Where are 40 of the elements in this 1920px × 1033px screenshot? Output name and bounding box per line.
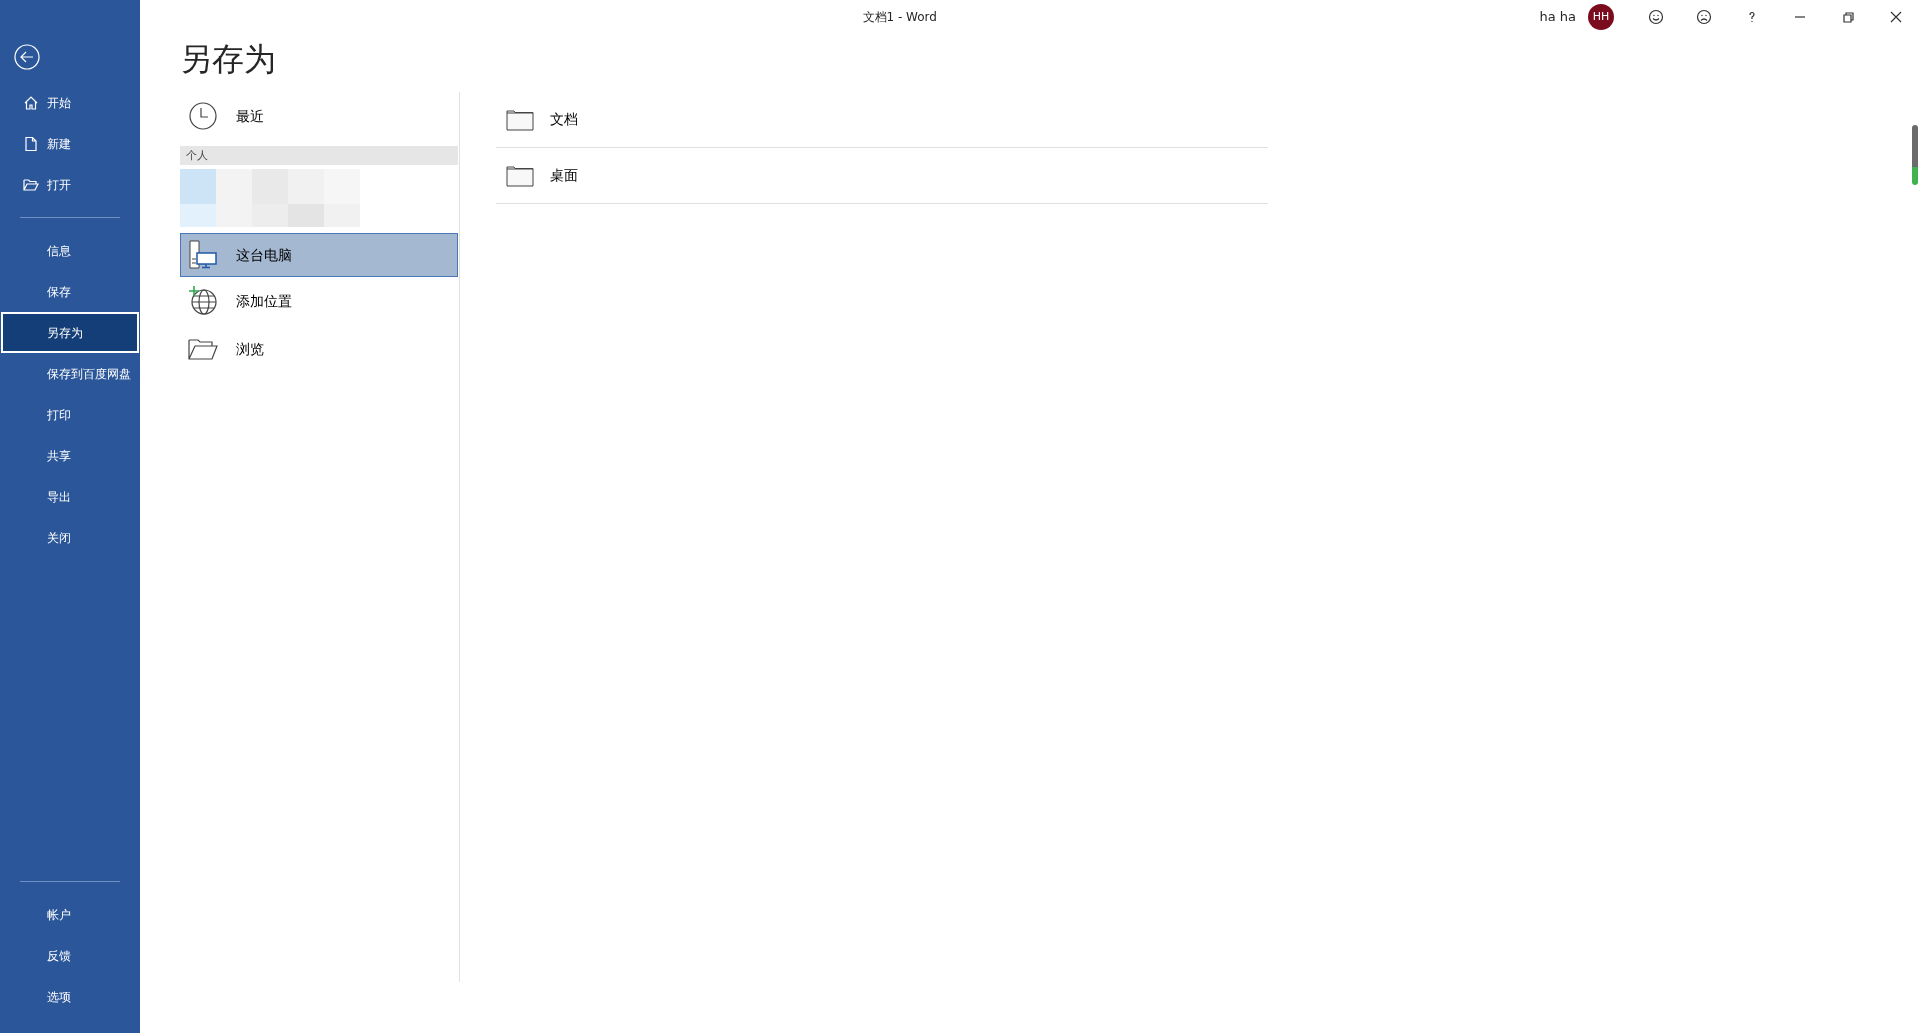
section-header: 个人 — [180, 146, 458, 166]
window-title: 文档1 - Word — [861, 9, 938, 26]
menu-item[interactable]: 开始 — [1, 82, 139, 123]
scrollbar-thumb[interactable] — [1912, 125, 1918, 185]
smiley-icon[interactable] — [1648, 9, 1664, 25]
menu-item[interactable]: 保存 — [1, 271, 139, 312]
blurred-thumbnail[interactable] — [180, 169, 360, 228]
menu-item[interactable]: 信息 — [1, 230, 139, 271]
menu-item[interactable]: 反馈 — [1, 935, 139, 976]
close-icon[interactable] — [1888, 9, 1904, 25]
location-item[interactable]: 这台电脑 — [180, 233, 458, 278]
user-avatar[interactable]: HH — [1588, 4, 1614, 30]
folder-icon — [506, 164, 534, 187]
location-item[interactable]: 最近 — [180, 92, 458, 141]
menu-item[interactable]: 导出 — [1, 476, 139, 517]
menu-item[interactable]: 另存为 — [1, 312, 139, 353]
home-icon — [23, 94, 39, 111]
computer-icon — [187, 239, 219, 272]
menu-item[interactable]: 保存到百度网盘 — [1, 353, 139, 394]
restore-icon[interactable] — [1840, 9, 1856, 25]
folder-icon — [23, 176, 39, 193]
menu-item[interactable]: 共享 — [1, 435, 139, 476]
globe-icon — [187, 285, 219, 318]
menu-item[interactable]: 打开 — [1, 164, 139, 205]
back-button[interactable] — [14, 44, 40, 70]
user-name: ha ha — [1539, 8, 1576, 27]
location-item[interactable]: 浏览 — [180, 325, 458, 374]
menu-item[interactable]: 帐户 — [1, 894, 139, 935]
page-title: 另存为 — [180, 40, 277, 79]
folder-item[interactable]: 桌面 — [496, 148, 1268, 205]
menu-item[interactable]: 打印 — [1, 394, 139, 435]
menu-item[interactable]: 新建 — [1, 123, 139, 164]
document-icon — [23, 135, 39, 152]
folder-item[interactable]: 文档 — [496, 92, 1268, 149]
clock-icon — [187, 100, 219, 133]
location-item[interactable]: 添加位置 — [180, 277, 458, 326]
menu-item[interactable]: 关闭 — [1, 517, 139, 558]
frown-icon[interactable] — [1696, 9, 1712, 25]
folder-icon — [506, 108, 534, 131]
menu-item[interactable]: 选项 — [1, 976, 139, 1017]
